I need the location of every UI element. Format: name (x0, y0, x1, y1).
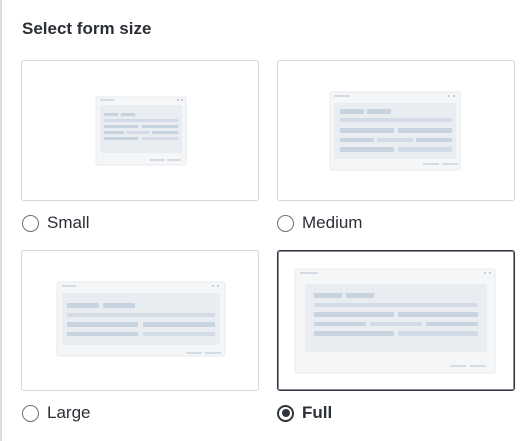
radio-full[interactable] (277, 404, 294, 422)
full-form-preview-icon (294, 268, 496, 374)
radio-medium[interactable] (277, 214, 294, 232)
size-card-medium[interactable] (277, 60, 515, 201)
large-form-preview-icon (56, 281, 226, 357)
option-large[interactable]: Large (22, 401, 90, 425)
radio-small[interactable] (22, 214, 39, 232)
size-card-full[interactable] (277, 250, 515, 391)
option-full-label: Full (302, 403, 333, 422)
left-divider (0, 0, 2, 441)
size-card-large[interactable] (21, 250, 259, 391)
section-title: Select form size (22, 19, 152, 38)
option-full[interactable]: Full (277, 401, 332, 425)
small-form-preview-icon (95, 96, 187, 166)
radio-large[interactable] (22, 404, 39, 422)
option-large-label: Large (47, 403, 91, 422)
option-medium-label: Medium (302, 213, 363, 232)
option-small[interactable]: Small (22, 211, 90, 235)
medium-form-preview-icon (329, 91, 461, 171)
option-small-label: Small (47, 213, 90, 232)
size-card-small[interactable] (21, 60, 259, 201)
option-medium[interactable]: Medium (277, 211, 362, 235)
